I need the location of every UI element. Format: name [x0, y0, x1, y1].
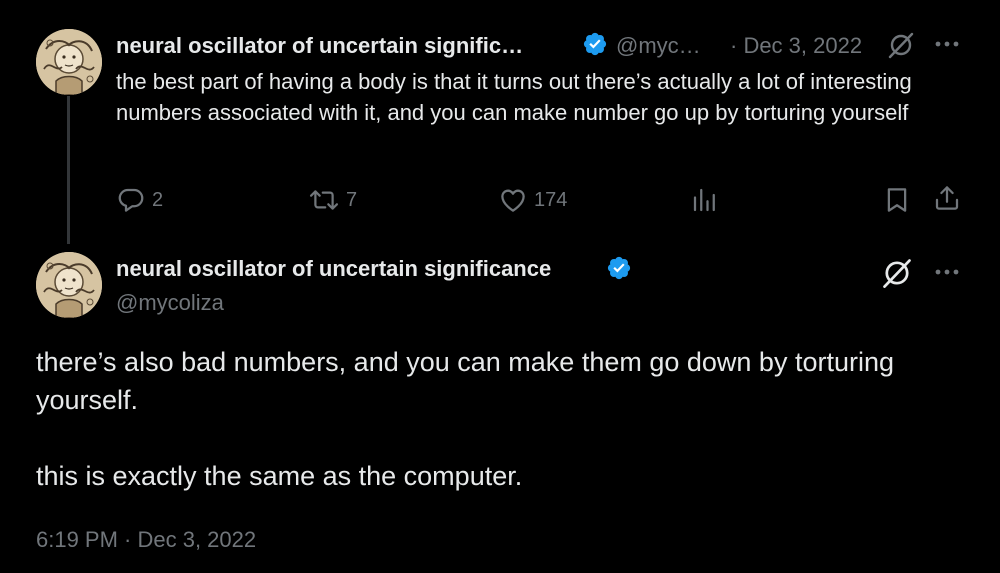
main-handle[interactable]: @mycoliza	[116, 290, 224, 316]
thread-line	[67, 96, 70, 244]
views-button[interactable]	[690, 183, 720, 217]
reply-icon	[118, 188, 144, 212]
grok-icon[interactable]	[880, 256, 914, 290]
verified-badge-icon	[607, 256, 631, 280]
parent-tweet-text: the best part of having a body is that i…	[116, 69, 912, 125]
main-display-name[interactable]: neural oscillator of uncertain significa…	[116, 256, 551, 282]
retweet-button[interactable]: 7	[308, 183, 357, 217]
tweet-paragraph: there’s also bad numbers, and you can ma…	[36, 347, 895, 415]
main-tweet-text: there’s also bad numbers, and you can ma…	[36, 343, 966, 495]
avatar[interactable]	[36, 29, 102, 95]
views-icon	[693, 188, 715, 212]
parent-handle[interactable]: @myc…	[616, 33, 701, 59]
parent-date[interactable]: · Dec 3, 2022	[730, 33, 862, 59]
parent-display-name[interactable]: neural oscillator of uncertain signific…	[116, 33, 523, 59]
retweet-icon	[309, 190, 339, 210]
like-button[interactable]: 174	[498, 183, 567, 217]
avatar[interactable]	[36, 252, 102, 318]
like-icon	[501, 189, 525, 212]
bookmark-icon[interactable]	[882, 185, 912, 215]
more-icon[interactable]	[934, 262, 960, 282]
grok-icon[interactable]	[886, 30, 916, 60]
share-icon[interactable]	[932, 183, 962, 213]
verified-badge-icon	[583, 32, 607, 56]
like-count: 174	[534, 188, 568, 211]
retweet-count: 7	[346, 188, 358, 211]
reply-button[interactable]: 2	[116, 183, 163, 217]
tweet-paragraph: this is exactly the same as the computer…	[36, 461, 523, 491]
more-icon[interactable]	[934, 34, 960, 54]
tweet-timestamp[interactable]: 6:19 PM · Dec 3, 2022	[36, 527, 256, 553]
reply-count: 2	[152, 188, 164, 211]
